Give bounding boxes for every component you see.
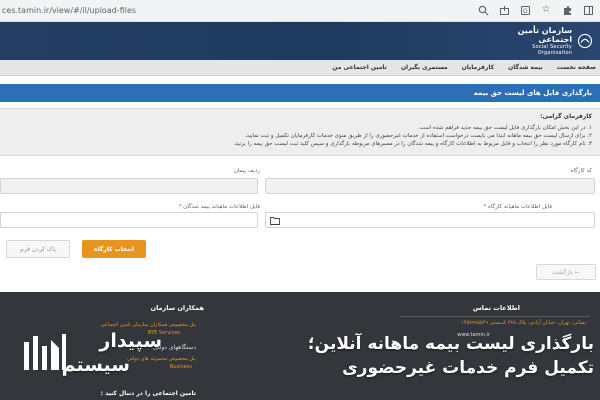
workshop-code-field[interactable] — [265, 178, 595, 194]
workshop-file-label: فایل اطلاعات ماهیانه کارگاه * — [483, 204, 552, 210]
notice-title: کارفرمای گرامی: — [540, 113, 592, 120]
nav-home[interactable]: صفحه نخست — [557, 64, 596, 71]
partners-heading: همکاران سازمان — [150, 304, 204, 312]
select-workshop-button[interactable]: انتخاب کارگاه — [82, 240, 146, 258]
nav-insured[interactable]: بیمه شدگان — [508, 64, 543, 71]
folder-icon[interactable] — [270, 216, 280, 225]
browser-toolbar: ces.tamin.ir/view/#/il/upload-files G ☆ — [0, 0, 600, 22]
logo-emblem-icon — [577, 33, 593, 49]
footer-address: نشانی: تهران، خیابان آزادی، پلاک ۳۶۵ کدپ… — [461, 320, 586, 326]
site-logo[interactable]: سازمان تأمین اجتماعی Social Security Org… — [498, 26, 594, 56]
address-bar[interactable]: ces.tamin.ir/view/#/il/upload-files — [2, 6, 136, 15]
svg-text:G: G — [523, 8, 528, 15]
workshop-code-label: کد کارگاه — [570, 168, 592, 174]
workshop-file-input[interactable] — [265, 212, 595, 228]
brand-name-1: سپیدار — [99, 330, 162, 352]
logo-subtitle: Social Security Organization — [532, 44, 573, 56]
insured-file-label: فایل اطلاعات ماهیانه بیمه شدگان * — [178, 204, 260, 210]
page-title: بارگذاری فایل های لیست حق بیمه — [0, 84, 600, 102]
sidebar-icon[interactable] — [582, 4, 594, 16]
zoom-icon[interactable] — [477, 4, 489, 16]
bookmark-star-icon[interactable]: ☆ — [540, 4, 552, 16]
brand-name-2: سیستم — [61, 354, 130, 376]
logo-title: سازمان تأمین اجتماعی — [517, 26, 573, 44]
share-icon[interactable] — [498, 4, 510, 16]
browser-actions: G ☆ — [477, 4, 594, 16]
site-header: سازمان تأمین اجتماعی Social Security Org… — [0, 22, 600, 60]
main-nav: صفحه نخست بیمه شدگان کارفرمایان مستمری ب… — [0, 60, 600, 76]
nav-my-tamin[interactable]: تامین اجتماعی من — [332, 64, 387, 71]
brand-watermark: سپیدار سیستم — [22, 326, 192, 382]
contact-heading: اطلاعات تماس — [472, 304, 520, 312]
insured-file-input[interactable] — [0, 212, 258, 228]
notice-line-1: ۱. در این بخش امکان بارگذاری فایل لیست ح… — [417, 125, 592, 131]
extension-icon[interactable]: G — [519, 4, 531, 16]
contract-row-field[interactable] — [0, 178, 258, 194]
nav-employers[interactable]: کارفرمایان — [462, 64, 494, 71]
overlay-headline-1: بارگذاری لیست بیمه ماهانه آنلاین؛ — [307, 334, 594, 354]
clear-form-button[interactable]: پاک کردن فرم — [6, 240, 70, 258]
notice-line-2: ۲. برای ارسال لیست حق بیمه ماهانه ابتدا … — [244, 133, 592, 139]
follow-heading: تامین اجتماعی را در دنبال کنید : — [100, 390, 196, 397]
notice-line-3: ۳. نام کارگاه مورد نظر را انتخاب و فایل … — [233, 141, 592, 147]
back-button[interactable]: بازگشت ← — [536, 264, 596, 280]
footer-divider — [400, 316, 590, 317]
puzzle-icon[interactable] — [561, 4, 573, 16]
notice-panel: کارفرمای گرامی: ۱. در این بخش امکان بارگ… — [0, 108, 600, 156]
overlay-headline-2: تکمیل فرم خدمات غیرحضوری — [342, 358, 594, 378]
screenshot-root: ces.tamin.ir/view/#/il/upload-files G ☆ — [0, 0, 600, 400]
contract-row-label: ردیف پیمان — [233, 168, 260, 174]
nav-pensioners[interactable]: مستمری بگیران — [401, 64, 448, 71]
